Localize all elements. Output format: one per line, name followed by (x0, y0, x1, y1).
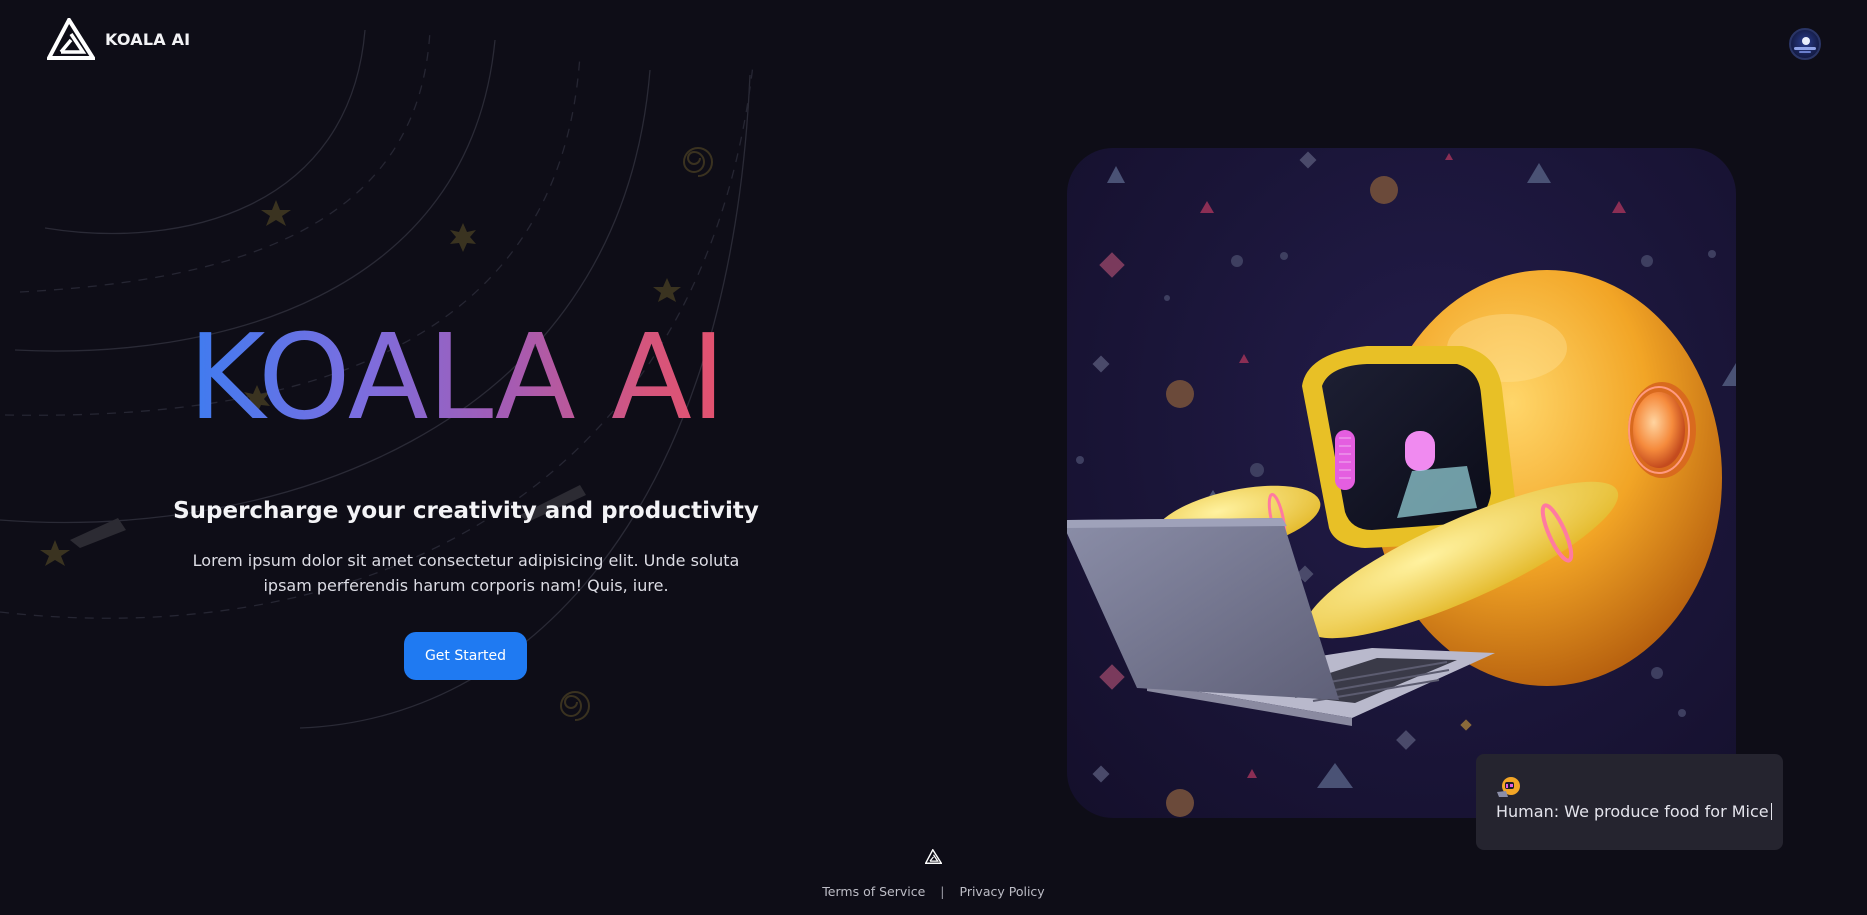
comet-icon (70, 518, 126, 548)
footer-links: Terms of Service | Privacy Policy (0, 884, 1867, 899)
chat-bubble: Human: We produce food for Mice (1476, 754, 1783, 850)
star-icon (261, 200, 291, 226)
spiral-icon (559, 691, 590, 721)
hero-illustration-card (1067, 148, 1736, 818)
robot-with-laptop-illustration (1067, 151, 1736, 817)
landing-page: KOALA AI KOALA AI Supercharge your creat… (0, 0, 1867, 915)
footer-separator: | (940, 884, 945, 899)
avatar-graphic (1799, 51, 1811, 53)
profile-avatar[interactable] (1789, 28, 1821, 60)
get-started-button[interactable]: Get Started (404, 632, 527, 680)
chat-message-text: Human: We produce food for Mice (1496, 802, 1769, 821)
robot-emoji-icon (1497, 777, 1520, 797)
hero-title: KOALA AI (188, 318, 748, 436)
avatar-graphic (1794, 47, 1816, 50)
star-icon (40, 540, 70, 566)
brand-logo-link[interactable]: KOALA AI (47, 18, 190, 60)
footer-koala-logo-icon (925, 849, 942, 864)
star-icon (450, 223, 476, 252)
brand-name: KOALA AI (105, 29, 191, 49)
spiral-icon (682, 147, 713, 177)
koala-triangle-logo-icon (47, 18, 95, 60)
star-icon (653, 278, 681, 302)
hero-description: Lorem ipsum dolor sit amet consectetur a… (192, 551, 740, 595)
hero-subtitle: Supercharge your creativity and producti… (173, 498, 759, 524)
terms-of-service-link[interactable]: Terms of Service (822, 884, 925, 899)
avatar-graphic (1802, 37, 1810, 45)
typing-cursor (1770, 803, 1772, 820)
chat-message: Human: We produce food for Mice (1496, 802, 1772, 821)
privacy-policy-link[interactable]: Privacy Policy (960, 884, 1045, 899)
